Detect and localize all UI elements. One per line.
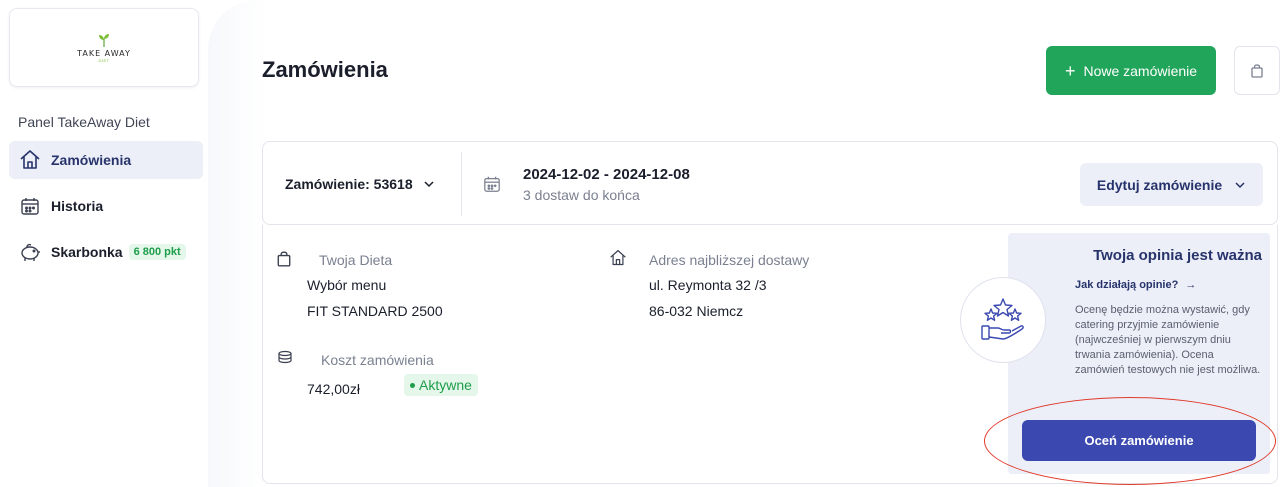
calendar-icon bbox=[19, 195, 41, 217]
status-badge: Aktywne bbox=[404, 374, 478, 396]
cart-button[interactable] bbox=[1234, 46, 1280, 95]
panel-label: Panel TakeAway Diet bbox=[18, 114, 150, 130]
review-description: Ocenę będzie można wystawić, gdy caterin… bbox=[1075, 304, 1261, 376]
edit-order-label: Edytuj zamówienie bbox=[1096, 176, 1223, 193]
logo[interactable]: TAKE AWAY DIET bbox=[9, 8, 199, 87]
diet-plan: FIT STANDARD 2500 bbox=[307, 303, 443, 319]
new-order-label: Nowe zamówienie bbox=[1083, 62, 1198, 79]
page-title: Zamówienia bbox=[262, 57, 388, 82]
rate-order-button[interactable]: Oceń zamówienie bbox=[1022, 420, 1256, 461]
home-icon bbox=[610, 250, 626, 266]
logo-subtext: DIET bbox=[98, 57, 110, 63]
sidebar-item-orders[interactable]: Zamówienia bbox=[9, 141, 203, 179]
shopping-bag-icon bbox=[1251, 63, 1263, 78]
new-order-button[interactable]: + Nowe zamówienie bbox=[1046, 46, 1216, 95]
logo-text: TAKE AWAY bbox=[77, 48, 131, 58]
status-label: Aktywne bbox=[419, 377, 472, 393]
piggy-bank-icon bbox=[19, 241, 41, 263]
sidebar-item-piggy-bank[interactable]: Skarbonka 6 800 pkt bbox=[9, 233, 203, 271]
review-illustration bbox=[960, 277, 1046, 363]
review-help-link[interactable]: Jak działają opinie? → bbox=[1075, 279, 1196, 291]
review-title: Twoja opinia jest ważna bbox=[1093, 247, 1262, 264]
home-icon bbox=[19, 149, 41, 171]
divider bbox=[461, 152, 462, 216]
chevron-down-icon bbox=[424, 181, 434, 188]
address-title: Adres najbliższej dostawy bbox=[649, 252, 810, 268]
order-summary-bar: Zamówienie: 53618 2024-12-02 - 2024-12-0… bbox=[262, 141, 1278, 225]
diet-title: Twoja Dieta bbox=[319, 252, 393, 268]
arrow-right-icon: → bbox=[1185, 279, 1197, 291]
shopping-bag-icon bbox=[277, 251, 291, 267]
status-dot bbox=[410, 382, 415, 388]
points-badge: 6 800 pkt bbox=[128, 244, 186, 260]
review-help-link-label: Jak działają opinie? bbox=[1075, 279, 1179, 291]
sidebar-item-history[interactable]: Historia bbox=[9, 187, 203, 225]
sidebar-item-label: Skarbonka bbox=[51, 244, 123, 260]
cost-title: Koszt zamówienia bbox=[321, 352, 434, 368]
sprout-icon bbox=[99, 33, 109, 47]
sidebar-item-label: Historia bbox=[51, 198, 104, 214]
calendar-icon bbox=[484, 176, 500, 192]
coins-icon bbox=[278, 350, 292, 364]
chevron-down-icon bbox=[1235, 181, 1245, 188]
address-city: 86-032 Niemcz bbox=[649, 303, 744, 319]
date-range: 2024-12-02 - 2024-12-08 bbox=[523, 166, 690, 183]
deliveries-left: 3 dostaw do końca bbox=[523, 187, 640, 203]
plus-icon: + bbox=[1064, 60, 1076, 81]
edit-order-button[interactable]: Edytuj zamówienie bbox=[1080, 163, 1263, 206]
diet-menu: Wybór menu bbox=[307, 277, 387, 293]
address-street: ul. Reymonta 32 /3 bbox=[649, 277, 767, 293]
order-select-label: Zamówienie: 53618 bbox=[285, 176, 413, 192]
sidebar-item-label: Zamówienia bbox=[51, 152, 132, 168]
hand-stars-icon bbox=[981, 298, 1024, 340]
cost-value: 742,00zł bbox=[307, 381, 360, 397]
content-curve bbox=[208, 0, 268, 487]
order-select[interactable]: Zamówienie: 53618 bbox=[285, 176, 435, 192]
sidebar: TAKE AWAY DIET Panel TakeAway Diet Zamów… bbox=[0, 0, 208, 487]
